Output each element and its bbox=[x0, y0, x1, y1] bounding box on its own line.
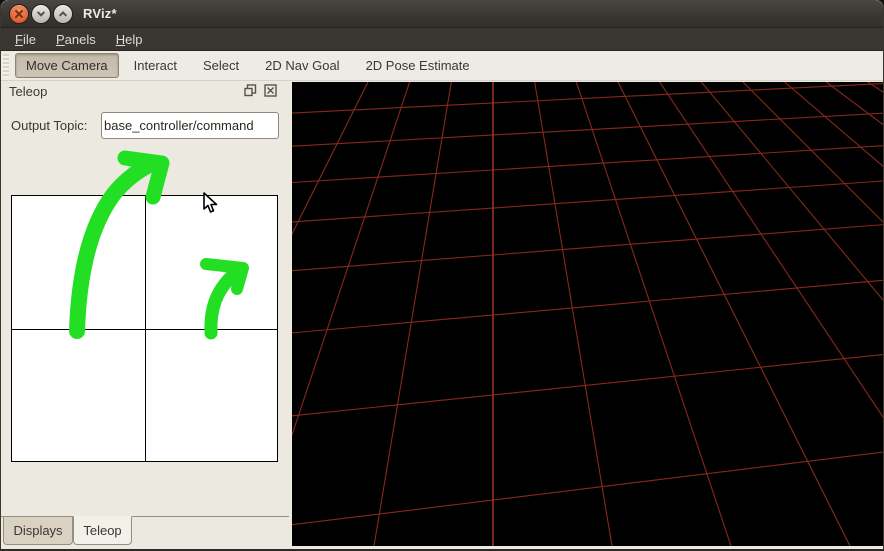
menu-panels[interactable]: Panels bbox=[50, 30, 102, 49]
maximize-window-button[interactable] bbox=[53, 4, 73, 24]
tab-displays[interactable]: Displays bbox=[3, 517, 73, 545]
close-panel-icon[interactable] bbox=[264, 84, 277, 97]
window-title: RViz* bbox=[83, 6, 117, 21]
toolbar: Move Camera Interact Select 2D Nav Goal … bbox=[1, 51, 883, 81]
menu-file[interactable]: File bbox=[9, 30, 42, 49]
chevron-up-icon bbox=[59, 11, 67, 17]
float-panel-icon[interactable] bbox=[244, 84, 257, 97]
tool-move-camera[interactable]: Move Camera bbox=[15, 53, 119, 78]
render-viewport-3d[interactable] bbox=[292, 82, 883, 546]
teleop-panel-title: Teleop bbox=[9, 84, 48, 99]
output-topic-label: Output Topic: bbox=[11, 118, 88, 133]
tool-2d-pose-estimate[interactable]: 2D Pose Estimate bbox=[355, 53, 481, 78]
toolbar-grip-handle[interactable] bbox=[3, 53, 9, 78]
menubar: File Panels Help bbox=[1, 28, 883, 51]
teleop-panel-header[interactable]: Teleop bbox=[1, 81, 289, 103]
close-window-button[interactable] bbox=[9, 4, 29, 24]
window-controls bbox=[9, 4, 73, 24]
teleop-panel: Teleop Output Topic: base_controller/com… bbox=[1, 81, 289, 546]
minimize-window-button[interactable] bbox=[31, 4, 51, 24]
tool-select[interactable]: Select bbox=[192, 53, 250, 78]
tool-interact[interactable]: Interact bbox=[123, 53, 188, 78]
ground-grid bbox=[292, 82, 883, 546]
quadrant-horizontal-divider bbox=[12, 328, 277, 330]
teleop-quadrant-control[interactable] bbox=[11, 195, 278, 462]
window-bottom-strip bbox=[1, 546, 883, 549]
tab-teleop[interactable]: Teleop bbox=[73, 516, 132, 545]
titlebar[interactable]: RViz* bbox=[1, 0, 883, 28]
close-icon bbox=[15, 10, 23, 18]
rviz-window: RViz* File Panels Help Move Camera Inter… bbox=[0, 0, 884, 551]
output-topic-input[interactable] bbox=[101, 112, 279, 139]
tool-2d-nav-goal[interactable]: 2D Nav Goal bbox=[254, 53, 350, 78]
chevron-down-icon bbox=[37, 11, 45, 17]
menu-help[interactable]: Help bbox=[110, 30, 149, 49]
